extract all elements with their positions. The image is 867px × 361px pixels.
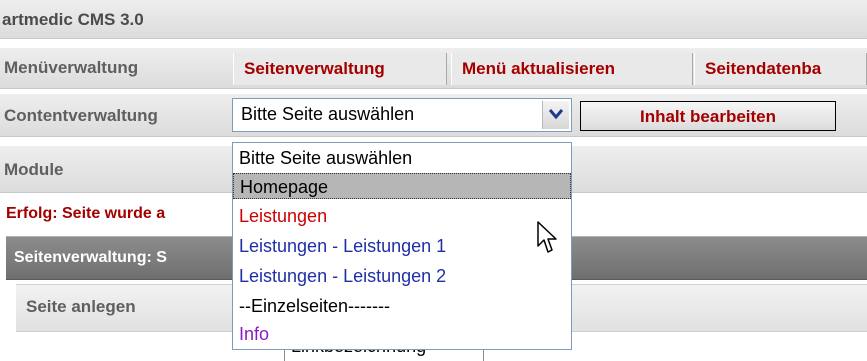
title-bar: artmedic CMS 3.0	[0, 0, 867, 39]
edit-content-button[interactable]: Inhalt bearbeiten	[580, 101, 836, 131]
success-message: Erfolg: Seite wurde a	[6, 205, 166, 222]
app-title: artmedic CMS 3.0	[2, 10, 144, 29]
module-row-label: Module	[4, 160, 64, 179]
dropdown-option-selected[interactable]: Homepage	[233, 173, 571, 199]
dropdown-option[interactable]: Bitte Seite auswählen	[233, 145, 571, 171]
page-select-dropdown[interactable]: Bitte Seite auswählen Homepage Leistunge…	[232, 142, 572, 350]
section-title: Seitenverwaltung: S	[14, 249, 167, 266]
seitendatenbank-button[interactable]: Seitendatenba	[694, 53, 867, 85]
panel-title: Seite anlegen	[26, 297, 136, 316]
mouse-cursor-icon	[537, 221, 557, 253]
content-row-label: Contentverwaltung	[4, 106, 158, 125]
dropdown-option[interactable]: Info	[233, 321, 571, 347]
dropdown-option[interactable]: --Einzelseiten-------	[233, 293, 571, 319]
page-select-value: Bitte Seite auswählen	[241, 104, 415, 124]
menu-row-label: Menüverwaltung	[4, 58, 139, 77]
dropdown-option[interactable]: Leistungen - Leistungen 2	[233, 263, 571, 289]
page-select[interactable]: Bitte Seite auswählen	[232, 98, 572, 132]
menue-aktualisieren-button[interactable]: Menü aktualisieren	[451, 53, 693, 85]
chevron-down-icon[interactable]	[542, 101, 569, 129]
dropdown-option[interactable]: Leistungen - Leistungen 1	[233, 233, 571, 259]
dropdown-option[interactable]: Leistungen	[233, 203, 571, 229]
seitenverwaltung-button[interactable]: Seitenverwaltung	[233, 53, 447, 85]
